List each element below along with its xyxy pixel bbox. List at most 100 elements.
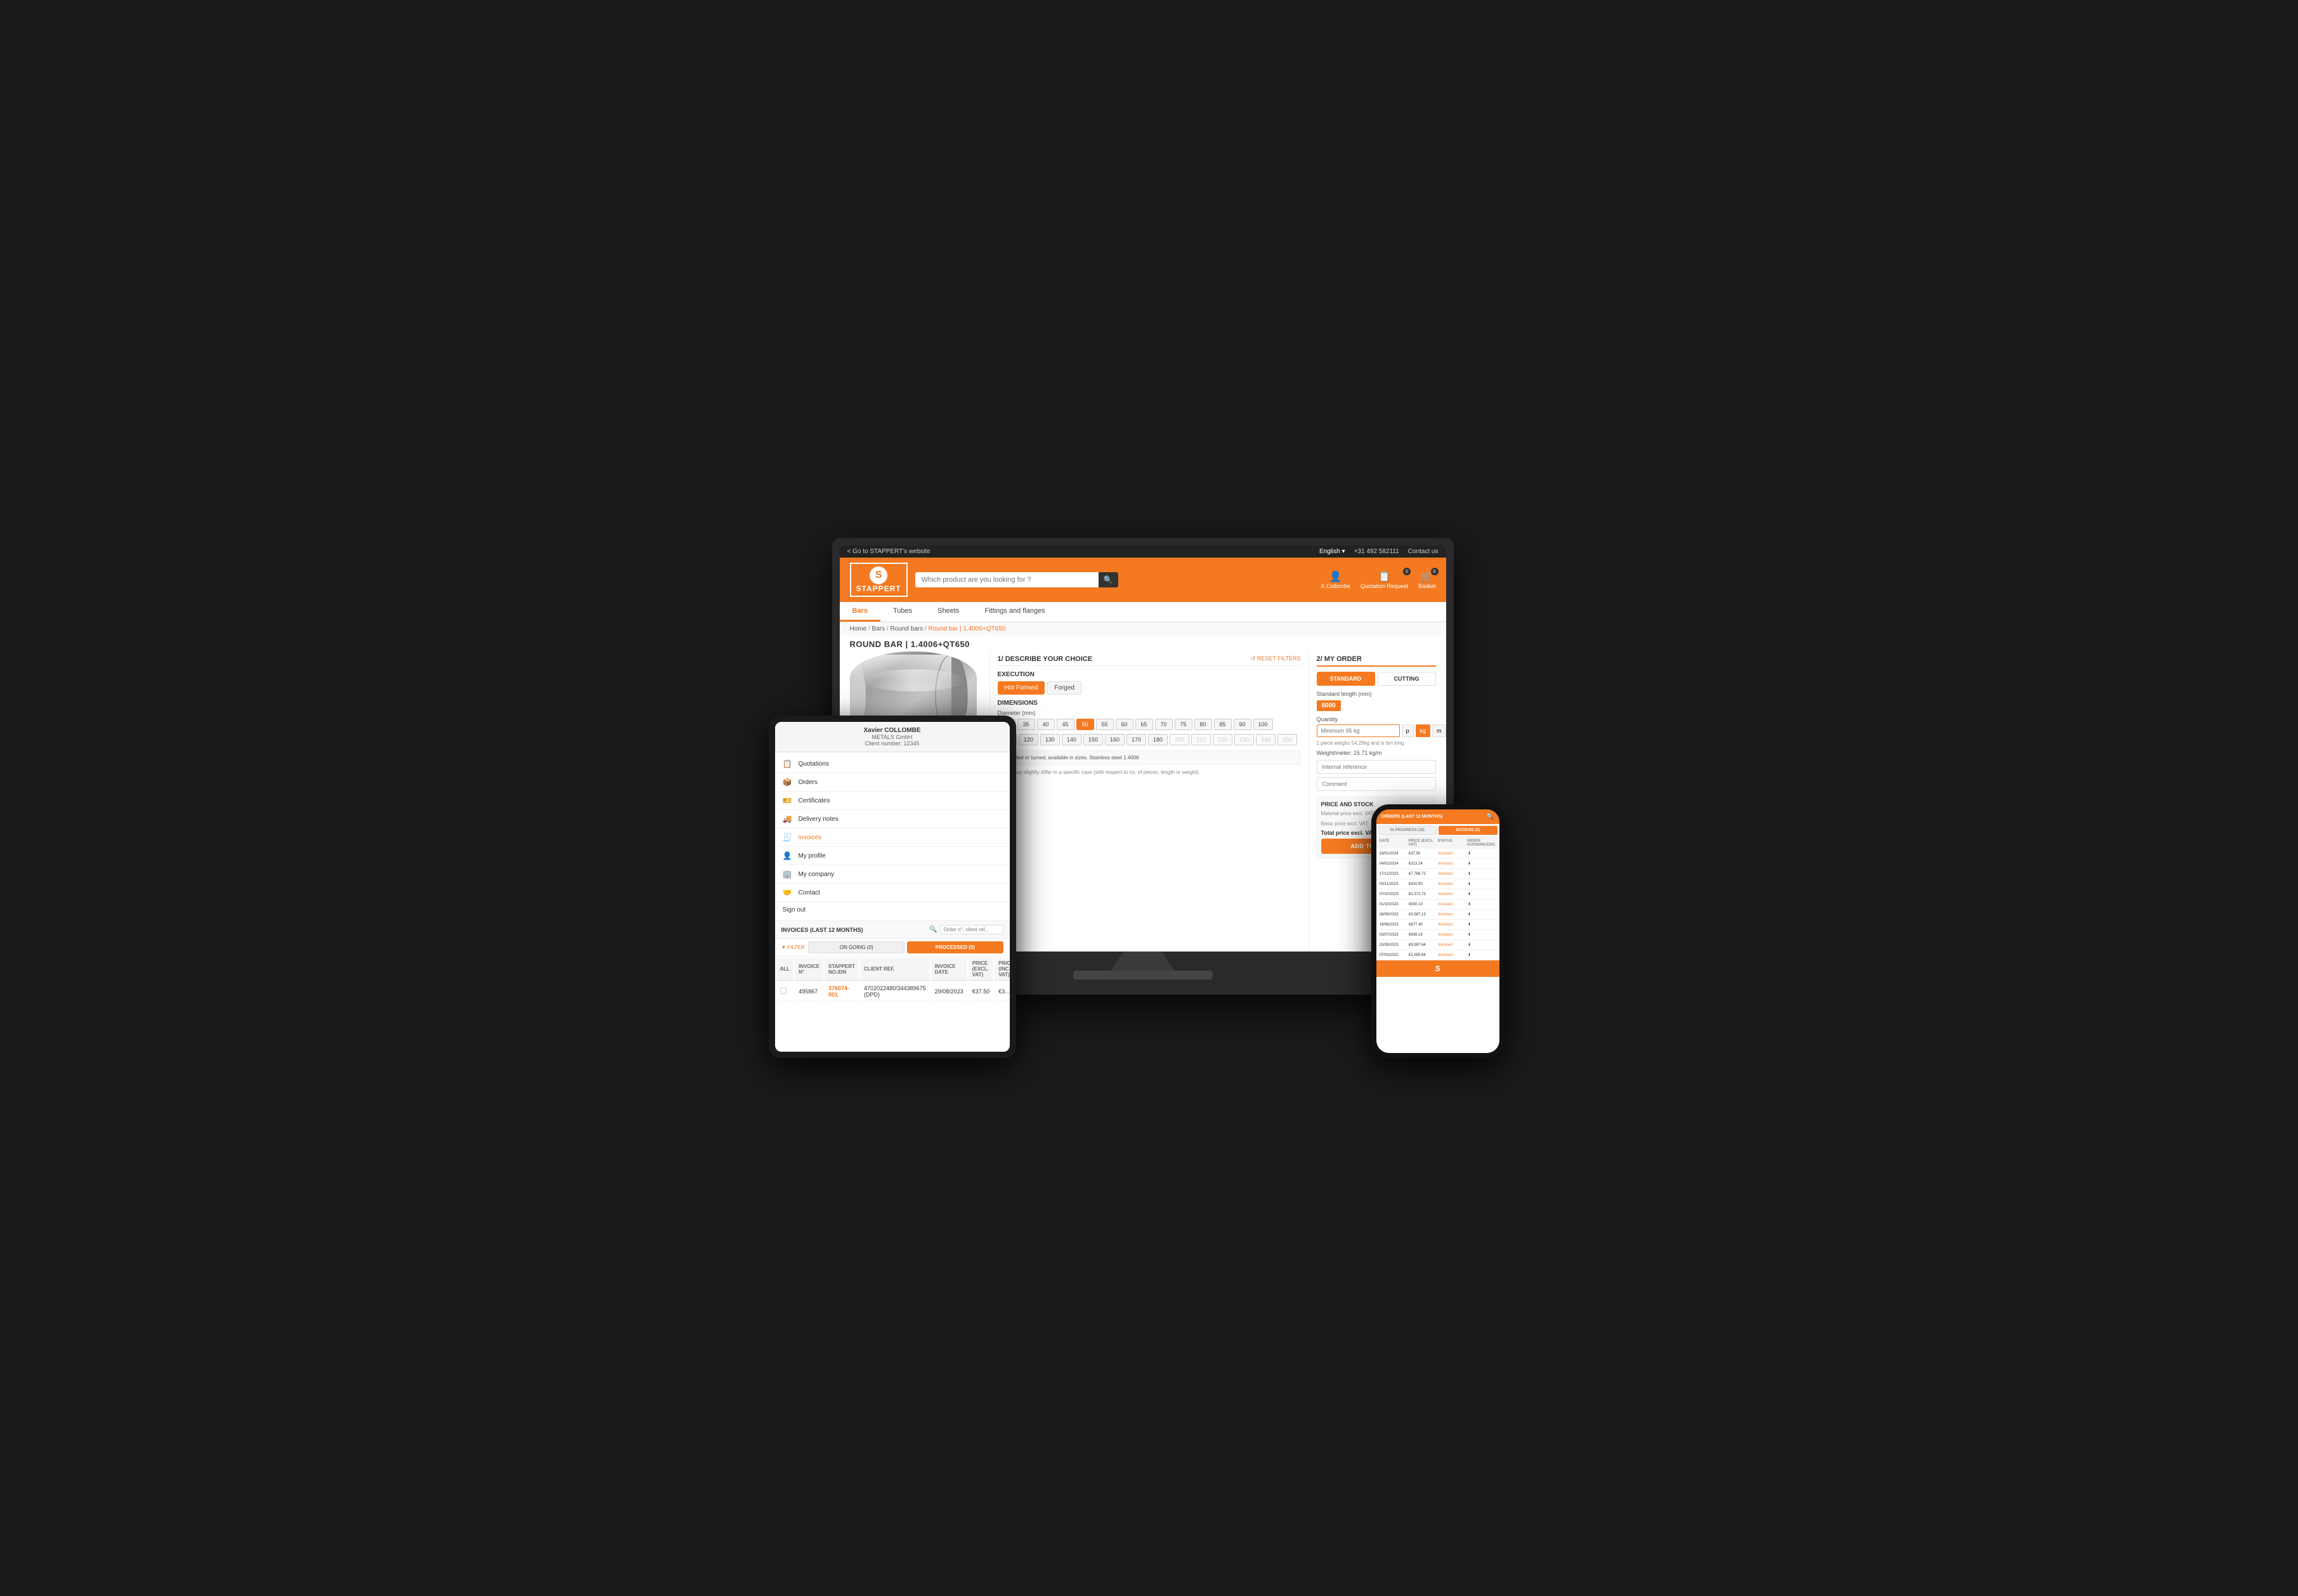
dim-85[interactable]: 85 — [1214, 719, 1232, 730]
phone-tab-ongoing[interactable]: IN PROGRESS (18) — [1378, 826, 1437, 835]
tablet-nav-profile[interactable]: 👤 My profile — [775, 847, 1010, 865]
dimensions-label: DIMENSIONS — [998, 700, 1301, 707]
filter-icon: ▼ — [781, 945, 787, 950]
download-icon-2[interactable]: ⬇ — [1468, 872, 1496, 876]
search-button[interactable]: 🔍 — [1099, 572, 1118, 587]
tab-cutting[interactable]: CUTTING — [1378, 672, 1436, 686]
download-icon-5[interactable]: ⬇ — [1468, 902, 1496, 906]
invoice-tabs: ON GOING (0) PROCESSED (5) — [808, 941, 1003, 953]
dim-150[interactable]: 150 — [1083, 734, 1103, 745]
dim-180[interactable]: 180 — [1148, 734, 1168, 745]
download-icon-1[interactable]: ⬇ — [1468, 861, 1496, 866]
tablet-nav-delivery[interactable]: 🚚 Delivery notes — [775, 810, 1010, 828]
download-icon-0[interactable]: ⬇ — [1468, 851, 1496, 856]
basket[interactable]: 🛒 0 Basket — [1418, 570, 1436, 589]
dim-45[interactable]: 45 — [1057, 719, 1074, 730]
download-icon-10[interactable]: ⬇ — [1468, 953, 1496, 957]
nav-tab-sheets[interactable]: Sheets — [925, 602, 972, 622]
monitor-base — [1073, 971, 1213, 979]
reset-filters-top[interactable]: ↺ Reset filters — [1251, 655, 1301, 662]
breadcrumb-home[interactable]: Home — [850, 625, 867, 632]
dim-100[interactable]: 100 — [1253, 719, 1273, 730]
unit-p[interactable]: p — [1402, 724, 1414, 737]
filter-button[interactable]: ▼ FILTER — [781, 945, 805, 950]
goto-website-link[interactable]: < Go to STAPPERT's website — [847, 548, 930, 555]
language-selector[interactable]: English — [1319, 548, 1345, 555]
dim-65[interactable]: 65 — [1135, 719, 1153, 730]
breadcrumb-round-bars[interactable]: Round bars — [890, 625, 923, 632]
nav-tab-tubes[interactable]: Tubes — [880, 602, 925, 622]
dim-140[interactable]: 140 — [1062, 734, 1081, 745]
tablet-nav-company[interactable]: 🏢 My company — [775, 865, 1010, 884]
monitor-stand — [1111, 952, 1175, 971]
profile-icon: 👤 — [783, 851, 792, 860]
dim-60[interactable]: 60 — [1116, 719, 1133, 730]
invoices-search-input[interactable] — [940, 925, 1003, 934]
col-invoice-date: INVOICE DATE — [931, 958, 967, 981]
tablet-nav-certificates[interactable]: 🎫 Certificates — [775, 792, 1010, 810]
checkbox[interactable] — [780, 988, 787, 994]
nav-tab-fittings[interactable]: Fittings and flanges — [972, 602, 1057, 622]
search-input[interactable] — [915, 572, 1118, 587]
dim-80[interactable]: 80 — [1194, 719, 1212, 730]
internal-reference-input[interactable] — [1317, 760, 1436, 774]
phone-rows-container: 24/01/2024 €37.50 Invoiced ⬇ 04/01/2024 … — [1376, 849, 1499, 960]
dim-40[interactable]: 40 — [1037, 719, 1055, 730]
phone-search-icon[interactable]: 🔍 — [1486, 813, 1494, 820]
quotation-request[interactable]: 📋 0 Quotation Request — [1361, 570, 1408, 589]
phone-tab-invoiced[interactable]: INVOICED (5) — [1439, 826, 1498, 835]
phone-top-bar: ORDERS (LAST 12 MONTHS) 🔍 — [1376, 809, 1499, 824]
tab-processed[interactable]: PROCESSED (5) — [907, 941, 1003, 953]
dim-130[interactable]: 130 — [1040, 734, 1060, 745]
company-label: My company — [798, 871, 834, 878]
nav-tab-bars[interactable]: Bars — [840, 602, 880, 622]
tablet-nav-orders[interactable]: 📦 Orders — [775, 773, 1010, 792]
dim-55[interactable]: 55 — [1096, 719, 1114, 730]
execution-hot-formed[interactable]: Hot Formed — [998, 681, 1045, 695]
tab-standard[interactable]: STANDARD — [1317, 672, 1375, 686]
config-section-title: 1/ DESCRIBE YOUR CHOICE ↺ Reset filters — [998, 651, 1301, 666]
dim-170[interactable]: 170 — [1126, 734, 1146, 745]
sign-out[interactable]: Sign out — [775, 902, 1010, 918]
tablet-nav-quotations[interactable]: 📋 Quotations — [775, 755, 1010, 773]
download-icon-8[interactable]: ⬇ — [1468, 932, 1496, 937]
dim-70[interactable]: 70 — [1155, 719, 1173, 730]
comment-input[interactable] — [1317, 777, 1436, 791]
download-icon-3[interactable]: ⬇ — [1468, 882, 1496, 886]
user-profile[interactable]: 👤 X.Collombe — [1321, 570, 1350, 589]
download-icon-4[interactable]: ⬇ — [1468, 892, 1496, 896]
diameter-label: Diameter (mm) — [998, 710, 1301, 716]
phone-row-8: 03/07/2023 €836.19 Invoiced ⬇ — [1376, 930, 1499, 940]
row-client-ref: 4702022480/344389675 (DPD) — [860, 982, 930, 1002]
quantity-input[interactable] — [1317, 724, 1400, 737]
col-invoice-no: INVOICE N° — [795, 958, 823, 981]
logo[interactable]: S STAPPERT — [850, 563, 908, 597]
dim-35[interactable]: 35 — [1017, 719, 1035, 730]
unit-kg[interactable]: kg — [1416, 724, 1431, 737]
unit-m[interactable]: m — [1432, 724, 1446, 737]
dim-160[interactable]: 160 — [1105, 734, 1125, 745]
contact-link[interactable]: Contact us — [1408, 548, 1439, 555]
user-label: X.Collombe — [1321, 583, 1350, 589]
tablet-nav-contact[interactable]: 🤝 Contact — [775, 884, 1010, 902]
download-icon-7[interactable]: ⬇ — [1468, 922, 1496, 927]
quantity-label: Quantity — [1317, 716, 1436, 723]
table-row: 495867 376074-001 4702022480/344389675 (… — [776, 982, 1010, 1002]
breadcrumb-bars[interactable]: Bars — [872, 625, 885, 632]
tablet-device: Xavier COLLOMBE METALS GmbH Client numbe… — [769, 716, 1016, 1058]
download-icon-6[interactable]: ⬇ — [1468, 912, 1496, 917]
row-stappert-ref[interactable]: 376074-001 — [825, 982, 859, 1002]
dim-75[interactable]: 75 — [1175, 719, 1192, 730]
tablet-nav-invoices[interactable]: 🧾 Invoices — [775, 828, 1010, 847]
phone-col-order: ORDER ACKNOWLEDG. — [1467, 839, 1496, 847]
tab-ongoing[interactable]: ON GOING (0) — [808, 941, 904, 953]
dim-220: 220 — [1213, 734, 1232, 745]
execution-forged[interactable]: Forged — [1047, 681, 1081, 695]
phone-row-0: 24/01/2024 €37.50 Invoiced ⬇ — [1376, 849, 1499, 859]
main-navigation: Bars Tubes Sheets Fittings and flanges — [840, 602, 1446, 622]
dim-120[interactable]: 120 — [1019, 734, 1038, 745]
row-checkbox[interactable] — [776, 982, 794, 1002]
download-icon-9[interactable]: ⬇ — [1468, 943, 1496, 947]
dim-50[interactable]: 50 — [1076, 719, 1094, 730]
dim-90[interactable]: 90 — [1234, 719, 1251, 730]
